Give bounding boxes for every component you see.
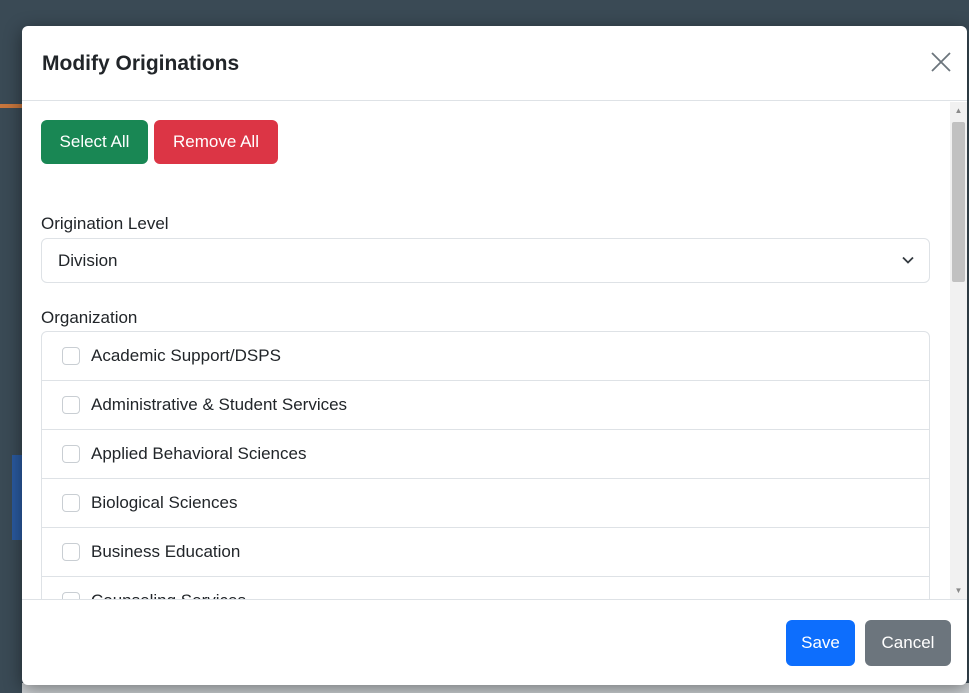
modal-body: Select All Remove All Origination Level …: [22, 102, 950, 599]
list-item[interactable]: Business Education: [42, 528, 929, 577]
modal-footer: Save Cancel: [22, 599, 967, 685]
list-item-label: Business Education: [91, 542, 241, 561]
scroll-up-icon[interactable]: ▲: [950, 102, 967, 119]
modal-title: Modify Originations: [42, 52, 240, 75]
checkbox[interactable]: [62, 494, 80, 512]
remove-all-button[interactable]: Remove All: [154, 120, 278, 164]
checkbox[interactable]: [62, 396, 80, 414]
modal-scrollbar[interactable]: ▲ ▼: [950, 102, 967, 599]
origination-level-value: Division: [58, 251, 118, 270]
origination-level-select[interactable]: Division: [41, 238, 930, 283]
scroll-down-icon[interactable]: ▼: [950, 582, 967, 599]
backdrop-accent: [0, 104, 22, 108]
modal-header: Modify Originations: [22, 26, 967, 101]
checkbox[interactable]: [62, 592, 80, 599]
bulk-actions: Select All Remove All: [41, 120, 278, 164]
list-item[interactable]: Biological Sciences: [42, 479, 929, 528]
cancel-button[interactable]: Cancel: [865, 620, 951, 666]
checkbox[interactable]: [62, 543, 80, 561]
close-button[interactable]: [929, 50, 953, 74]
scroll-thumb[interactable]: [952, 122, 965, 282]
organization-label: Organization: [41, 308, 138, 327]
list-item-label: Biological Sciences: [91, 493, 238, 512]
list-item[interactable]: Applied Behavioral Sciences: [42, 430, 929, 479]
checkbox[interactable]: [62, 445, 80, 463]
chevron-down-icon: [902, 256, 914, 264]
close-icon: [931, 52, 951, 72]
backdrop-panel: [12, 455, 22, 540]
organization-list: Academic Support/DSPS Administrative & S…: [41, 331, 930, 599]
select-all-button[interactable]: Select All: [41, 120, 148, 164]
list-item-label: Administrative & Student Services: [91, 395, 348, 414]
modify-originations-modal: Modify Originations Select All Remove Al…: [22, 26, 967, 685]
list-item-label: Academic Support/DSPS: [91, 346, 281, 365]
origination-level-label: Origination Level: [41, 214, 169, 233]
checkbox[interactable]: [62, 347, 80, 365]
list-item-label: Counseling Services: [91, 591, 246, 599]
list-item[interactable]: Academic Support/DSPS: [42, 332, 929, 381]
list-item-label: Applied Behavioral Sciences: [91, 444, 307, 463]
save-button[interactable]: Save: [786, 620, 855, 666]
list-item[interactable]: Administrative & Student Services: [42, 381, 929, 430]
list-item[interactable]: Counseling Services: [42, 577, 929, 599]
